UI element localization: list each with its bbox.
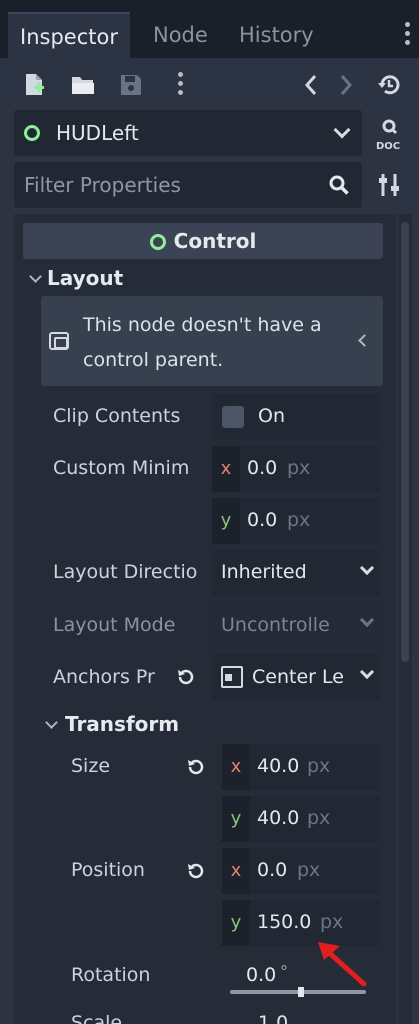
axis-x-label: x	[222, 848, 250, 894]
custom-min-y-value: 0.0	[247, 509, 278, 531]
layout-direction-value: Inherited	[221, 561, 307, 583]
section-header-control: Control	[23, 223, 383, 259]
prop-label-clip-contents: Clip Contents	[53, 405, 181, 427]
control-node-icon	[149, 234, 166, 250]
group-title: Transform	[65, 712, 180, 736]
custom-min-x-value: 0.0	[247, 457, 278, 479]
prop-label-anchors-preset: Anchors Pr	[53, 666, 155, 688]
open-folder-icon[interactable]	[68, 70, 98, 100]
prop-label-size: Size	[71, 755, 111, 777]
size-y-value: 40.0	[257, 807, 300, 829]
search-icon	[328, 174, 350, 196]
unit-label: px	[307, 807, 331, 829]
tab-history[interactable]: History	[227, 12, 326, 58]
control-node-icon	[24, 125, 40, 141]
anchors-preset-value: Center Le	[252, 666, 344, 688]
prop-label-layout-mode: Layout Mode	[53, 614, 176, 636]
save-icon[interactable]	[116, 70, 146, 100]
dock-tab-bar: Inspector Node History	[0, 0, 419, 58]
clip-contents-checkbox[interactable]	[222, 406, 244, 428]
new-resource-icon[interactable]	[20, 70, 50, 100]
node-selector[interactable]: HUDLeft	[14, 110, 362, 156]
rotation-slider-grabber[interactable]	[298, 987, 304, 997]
node-name: HUDLeft	[56, 121, 139, 145]
svg-text:DOC: DOC	[376, 141, 400, 152]
reset-icon[interactable]	[185, 756, 207, 778]
position-x-value: 0.0	[257, 859, 288, 881]
unit-label: px	[287, 509, 311, 531]
clip-contents-value: On	[258, 405, 285, 427]
history-icon[interactable]	[374, 70, 404, 100]
scale-value[interactable]: 1.0	[258, 1012, 288, 1024]
dock-menu-icon[interactable]	[403, 22, 411, 48]
position-y-value: 150.0	[257, 911, 312, 933]
warning-box: This node doesn't have a control parent.	[41, 296, 383, 386]
axis-x-label: x	[222, 744, 250, 790]
chevron-down-icon	[29, 270, 42, 283]
reset-icon[interactable]	[175, 666, 197, 688]
section-title: Control	[173, 229, 257, 253]
annotation-arrow-icon	[316, 940, 372, 990]
group-transform[interactable]: Transform	[41, 706, 383, 742]
degree-unit: °	[280, 962, 288, 981]
chevron-down-icon	[333, 121, 351, 139]
group-layout[interactable]: Layout	[27, 260, 383, 296]
more-icon[interactable]	[165, 70, 195, 100]
reset-icon[interactable]	[185, 860, 207, 882]
tab-node[interactable]: Node	[141, 12, 220, 58]
forward-icon[interactable]	[331, 70, 361, 100]
prop-label-custom-minimum: Custom Minim	[53, 457, 190, 479]
tab-inspector[interactable]: Inspector	[8, 12, 130, 58]
unit-label: px	[287, 457, 311, 479]
rotation-value[interactable]: 0.0	[246, 964, 276, 986]
filter-placeholder: Filter Properties	[24, 173, 181, 197]
back-icon[interactable]	[296, 70, 326, 100]
control-layout-icon	[49, 332, 69, 350]
unit-label: px	[297, 859, 321, 881]
prop-label-layout-direction: Layout Directio	[53, 561, 198, 583]
group-title: Layout	[47, 266, 124, 290]
axis-y-label: y	[222, 900, 250, 946]
inspector-settings-icon[interactable]	[374, 170, 404, 200]
chevron-left-icon[interactable]	[358, 334, 371, 347]
property-scrollbar[interactable]	[398, 214, 412, 1024]
anchor-preset-icon	[221, 666, 243, 688]
size-x-value: 40.0	[257, 755, 300, 777]
warning-text: This node doesn't have a control parent.	[83, 314, 322, 371]
unit-label: px	[320, 911, 344, 933]
inspector-toolbar	[0, 62, 419, 108]
open-documentation-icon[interactable]: DOC	[372, 118, 406, 152]
axis-y-label: y	[222, 796, 250, 842]
prop-label-scale: Scale	[71, 1012, 123, 1024]
scrollbar-thumb[interactable]	[401, 222, 409, 662]
layout-mode-value: Uncontrolle	[221, 614, 330, 636]
chevron-down-icon	[45, 716, 58, 729]
axis-y-label: y	[212, 498, 240, 544]
filter-properties-field[interactable]: Filter Properties	[14, 162, 362, 208]
prop-label-rotation: Rotation	[71, 964, 151, 986]
axis-x-label: x	[212, 446, 240, 492]
prop-label-position: Position	[71, 859, 145, 881]
unit-label: px	[307, 755, 331, 777]
